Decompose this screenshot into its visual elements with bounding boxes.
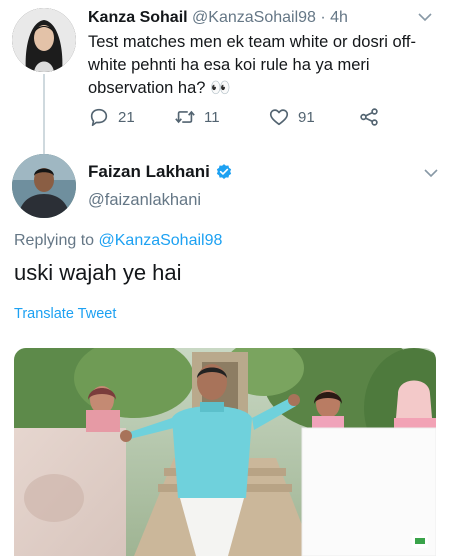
avatar-photo-kanza <box>12 8 76 72</box>
tweet-media-image[interactable] <box>14 348 436 556</box>
translate-tweet-link[interactable]: Translate Tweet <box>14 306 116 322</box>
tweet-header: Faizan Lakhani <box>88 162 233 182</box>
share-icon <box>360 108 378 126</box>
replying-to-link[interactable]: @KanzaSohail98 <box>99 232 223 249</box>
separator: · <box>320 9 326 26</box>
replying-prefix: Replying to <box>14 232 95 249</box>
reply-button[interactable]: 21 <box>88 106 135 128</box>
tweet-text: uski wajah ye hai <box>14 260 182 285</box>
avatar-photo-faizan <box>12 154 76 218</box>
reply-tweet: Faizan Lakhani @faizanlakhani Replying t… <box>0 140 450 556</box>
retweet-button[interactable]: 11 <box>174 106 220 128</box>
tweet-actions: 21 11 91 <box>88 106 408 132</box>
tweet-text: Test matches men ek team white or dosri … <box>88 33 416 97</box>
avatar-faizan[interactable] <box>12 154 76 218</box>
share-button[interactable] <box>358 106 388 128</box>
chevron-down-icon[interactable] <box>424 168 438 178</box>
reply-count: 21 <box>118 108 135 126</box>
chevron-down-icon[interactable] <box>418 12 432 22</box>
reply-icon <box>90 108 108 127</box>
like-count: 91 <box>298 108 315 126</box>
heart-icon <box>269 109 289 126</box>
handle[interactable]: @faizanlakhani <box>88 191 201 210</box>
timestamp[interactable]: 4h <box>330 9 348 26</box>
replying-to-line: Replying to @KanzaSohail98 <box>14 232 222 250</box>
handle[interactable]: @KanzaSohail98 <box>192 9 316 26</box>
retweet-icon <box>175 110 195 124</box>
avatar-kanza[interactable] <box>12 8 76 72</box>
like-button[interactable]: 91 <box>268 106 315 128</box>
display-name[interactable]: Faizan Lakhani <box>88 162 210 182</box>
display-name[interactable]: Kanza Sohail <box>88 9 188 26</box>
verified-badge-icon <box>216 164 231 179</box>
original-tweet: Kanza Sohail @KanzaSohail98 · 4h Test ma… <box>0 0 450 156</box>
tweet-header: Kanza Sohail @KanzaSohail98 · 4h <box>88 9 348 27</box>
retweet-count: 11 <box>204 108 220 126</box>
media-photo <box>14 348 436 556</box>
